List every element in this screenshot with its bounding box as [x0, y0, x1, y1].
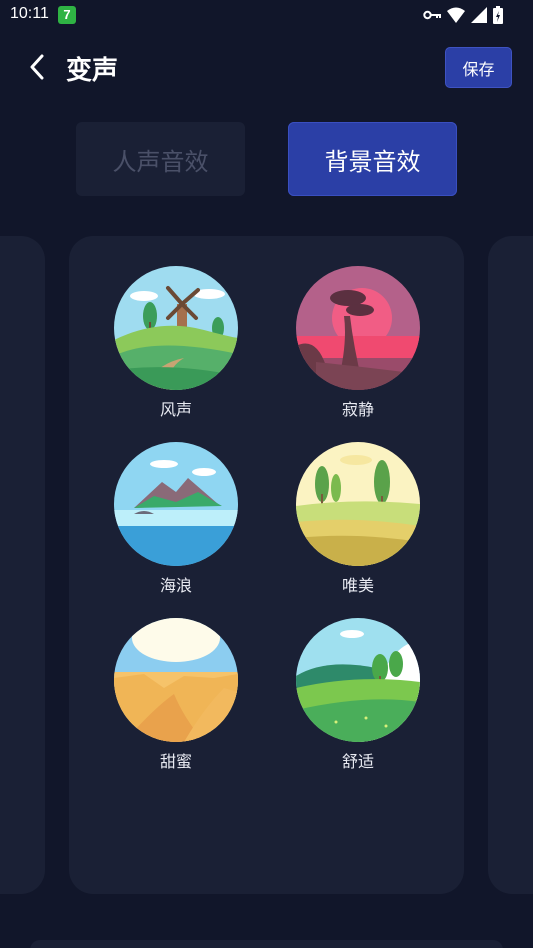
effect-item-beautiful[interactable]: 唯美 [296, 442, 420, 602]
golden-meadow-icon [296, 442, 420, 566]
back-button[interactable] [22, 50, 52, 84]
page-title: 变声 [66, 55, 119, 85]
battery-charging-icon [493, 6, 503, 24]
effect-label: 寂静 [341, 400, 374, 419]
app-notification-icon: 7 [58, 6, 76, 24]
bottom-panel-peek [30, 940, 503, 948]
effect-item-sweet[interactable]: 甜蜜 [114, 618, 238, 778]
signal-icon [471, 7, 487, 23]
silent-sunset-icon [296, 266, 420, 390]
status-bar: 10:11 7 [0, 0, 533, 30]
desert-dunes-icon [114, 618, 238, 742]
effect-item-waves[interactable]: 海浪 [114, 442, 238, 602]
tab-background-effects[interactable]: 背景音效 [288, 122, 457, 196]
effect-label: 唯美 [341, 576, 374, 595]
effect-item-silence[interactable]: 寂静 [296, 266, 420, 426]
status-time: 10:11 [10, 5, 49, 22]
green-hills-icon [296, 618, 420, 742]
background-effects-panel: 风声 寂静 海浪 唯美 甜蜜 舒适 [69, 236, 464, 894]
vpn-key-icon [423, 10, 441, 20]
header: 变声 保存 [0, 30, 533, 108]
status-icons [423, 6, 503, 24]
chevron-left-icon [30, 54, 44, 80]
previous-panel-peek[interactable] [0, 236, 45, 894]
windmill-hill-icon [114, 266, 238, 390]
effect-tabs: 人声音效 背景音效 [0, 122, 533, 198]
tab-voice-effects[interactable]: 人声音效 [76, 122, 245, 196]
next-panel-peek[interactable] [488, 236, 533, 894]
island-sea-icon [114, 442, 238, 566]
effect-item-cozy[interactable]: 舒适 [296, 618, 420, 778]
effect-label: 风声 [159, 400, 192, 419]
effect-label: 舒适 [341, 752, 374, 771]
effect-label: 海浪 [159, 576, 192, 595]
effect-item-wind[interactable]: 风声 [114, 266, 238, 426]
effect-label: 甜蜜 [159, 752, 192, 771]
save-button[interactable]: 保存 [445, 47, 512, 88]
wifi-icon [447, 7, 465, 23]
